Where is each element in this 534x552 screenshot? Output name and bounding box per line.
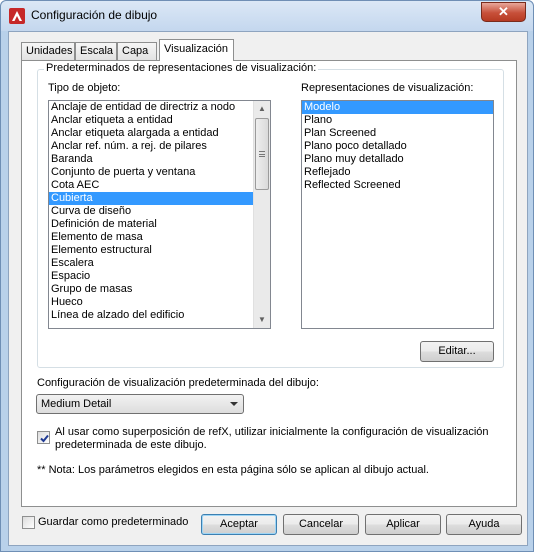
cancel-button[interactable]: Cancelar bbox=[283, 514, 359, 535]
tab-unidades[interactable]: Unidades bbox=[21, 42, 75, 60]
default-config-label: Configuración de visualización predeterm… bbox=[37, 377, 319, 389]
tab-capa[interactable]: Capa bbox=[117, 42, 157, 60]
dialog-body: Unidades Escala Capa Visualización Prede… bbox=[8, 31, 528, 546]
object-type-item[interactable]: Espacio bbox=[49, 270, 270, 283]
cancel-button-label: Cancelar bbox=[298, 518, 344, 530]
note-text: ** Nota: Los parámetros elegidos en esta… bbox=[37, 464, 429, 476]
group-title: Predeterminados de representaciones de v… bbox=[44, 62, 319, 74]
representation-item[interactable]: Plano muy detallado bbox=[302, 153, 493, 166]
edit-button-label: Editar... bbox=[438, 345, 476, 357]
save-default-checkbox[interactable] bbox=[22, 516, 35, 529]
scroll-thumb[interactable] bbox=[255, 118, 269, 190]
apply-button[interactable]: Aplicar bbox=[365, 514, 441, 535]
grip-icon bbox=[259, 151, 265, 157]
representations-label: Representaciones de visualización: bbox=[301, 82, 474, 94]
object-type-item[interactable]: Hueco bbox=[49, 296, 270, 309]
title-bar[interactable]: Configuración de dibujo ✕ bbox=[1, 1, 533, 31]
apply-button-label: Aplicar bbox=[386, 518, 420, 530]
autocad-logo-icon bbox=[9, 8, 25, 24]
scroll-down-icon[interactable]: ▼ bbox=[254, 312, 270, 328]
representation-item[interactable]: Plano poco detallado bbox=[302, 140, 493, 153]
xref-option-line1: Al usar como superposición de refX, util… bbox=[55, 426, 489, 438]
help-button[interactable]: Ayuda bbox=[446, 514, 522, 535]
default-config-select[interactable]: Medium Detail bbox=[36, 394, 244, 414]
object-type-item[interactable]: Cota AEC bbox=[49, 179, 270, 192]
object-list-scrollbar[interactable]: ▲ ▼ bbox=[253, 101, 270, 328]
representation-item[interactable]: Reflejado bbox=[302, 166, 493, 179]
representations-list[interactable]: Modelo Plano Plan Screened Plano poco detal… bbox=[301, 100, 494, 329]
representation-items: Modelo Plano Plan Screened Plano poco detal… bbox=[302, 101, 493, 192]
dialog-window: Configuración de dibujo ✕ Unidades Escal… bbox=[0, 0, 534, 552]
help-button-label: Ayuda bbox=[468, 518, 500, 530]
object-type-item[interactable]: Cubierta bbox=[49, 192, 270, 205]
object-type-item[interactable]: Escalera bbox=[49, 257, 270, 270]
object-type-item[interactable]: Anclar etiqueta a entidad bbox=[49, 114, 270, 127]
display-representations-group: Predeterminados de representaciones de v… bbox=[37, 62, 504, 368]
object-type-item[interactable]: Conjunto de puerta y ventana bbox=[49, 166, 270, 179]
object-type-item[interactable]: Baranda bbox=[49, 153, 270, 166]
object-type-items: Anclaje de entidad de directriz a nodo An… bbox=[49, 101, 270, 322]
edit-button[interactable]: Editar... bbox=[420, 341, 494, 362]
object-type-item[interactable]: Anclar etiqueta alargada a entidad bbox=[49, 127, 270, 140]
accept-button-label: Aceptar bbox=[220, 518, 258, 530]
xref-checkbox[interactable] bbox=[37, 431, 50, 444]
object-type-item[interactable]: Grupo de masas bbox=[49, 283, 270, 296]
tab-visualizacion[interactable]: Visualización bbox=[159, 39, 234, 61]
save-default-label: Guardar como predeterminado bbox=[38, 516, 189, 528]
representation-item[interactable]: Plano bbox=[302, 114, 493, 127]
object-type-list[interactable]: Anclaje de entidad de directriz a nodo An… bbox=[48, 100, 271, 329]
window-title: Configuración de dibujo bbox=[31, 8, 158, 22]
object-type-item[interactable]: Línea de alzado del edificio bbox=[49, 309, 270, 322]
object-type-item[interactable]: Curva de diseño bbox=[49, 205, 270, 218]
object-type-item[interactable]: Anclar ref. núm. a rej. de pilares bbox=[49, 140, 270, 153]
xref-option-line2: predeterminada de este dibujo. bbox=[55, 439, 207, 451]
close-button[interactable]: ✕ bbox=[481, 2, 526, 22]
representation-item[interactable]: Reflected Screened bbox=[302, 179, 493, 192]
accept-button[interactable]: Aceptar bbox=[201, 514, 277, 535]
representation-item[interactable]: Plan Screened bbox=[302, 127, 493, 140]
object-type-item[interactable]: Definición de material bbox=[49, 218, 270, 231]
scroll-up-icon[interactable]: ▲ bbox=[254, 101, 270, 117]
object-type-item[interactable]: Elemento estructural bbox=[49, 244, 270, 257]
tab-escala[interactable]: Escala bbox=[75, 42, 117, 60]
representation-item[interactable]: Modelo bbox=[302, 101, 493, 114]
object-type-label: Tipo de objeto: bbox=[48, 82, 121, 94]
object-type-item[interactable]: Elemento de masa bbox=[49, 231, 270, 244]
visualizacion-panel: Predeterminados de representaciones de v… bbox=[21, 60, 517, 507]
object-type-item[interactable]: Anclaje de entidad de directriz a nodo bbox=[49, 101, 270, 114]
chevron-down-icon bbox=[230, 402, 238, 406]
default-config-value: Medium Detail bbox=[41, 398, 112, 410]
